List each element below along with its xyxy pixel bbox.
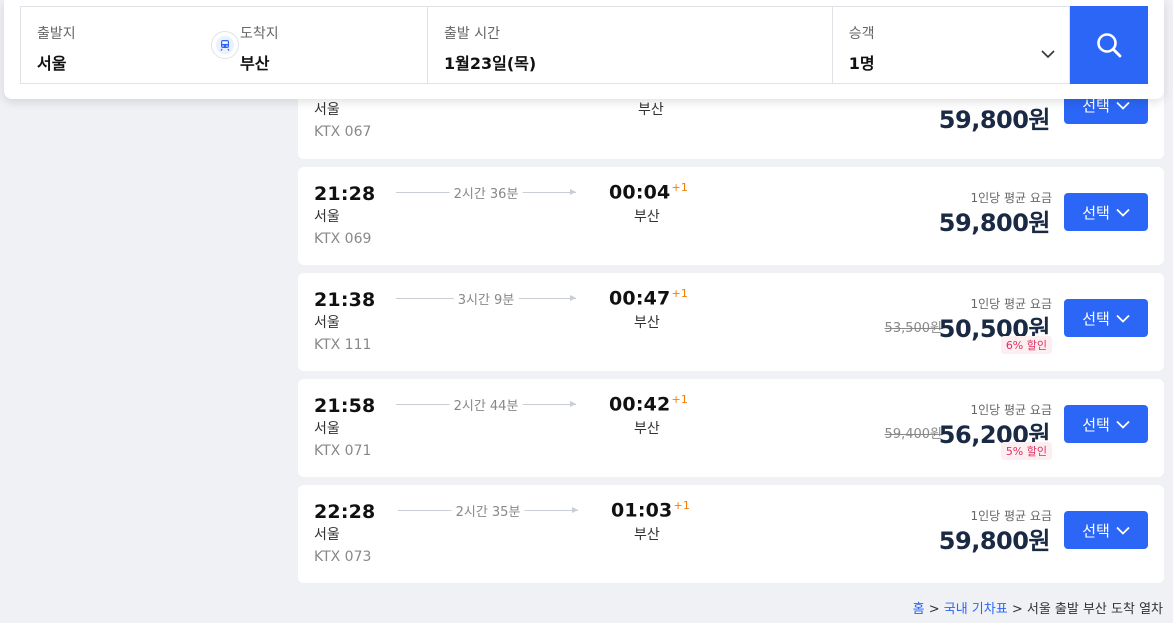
departure-time: 21:28: [314, 183, 376, 205]
arrival-time: 00:47+1: [609, 287, 689, 310]
departure-time: 22:28: [314, 501, 376, 523]
duration-indicator: 2시간 36분: [396, 183, 576, 203]
arrival-time: 01:03+1: [611, 499, 691, 522]
duration-text: 3시간 9분: [453, 289, 519, 308]
select-label: 선택: [1082, 521, 1110, 540]
date-label: 출발 시간: [444, 26, 500, 42]
chevron-down-icon: [1116, 208, 1130, 217]
discount-badge: 5% 할인: [1000, 442, 1052, 460]
breadcrumb-domestic-link[interactable]: 국내 기차표: [944, 602, 1008, 617]
original-price: 59,400원: [884, 427, 942, 442]
duration-indicator: 2시간 44분: [396, 395, 576, 415]
breadcrumb-separator: >: [928, 602, 940, 617]
duration-text: 2시간 35분: [451, 501, 525, 520]
train-number: KTX 073: [314, 549, 372, 565]
passenger-field[interactable]: 승객 1명: [831, 7, 1069, 83]
destination-label: 도착지: [240, 26, 279, 42]
train-row[interactable]: 21:28 서울 KTX 069 2시간 36분 00:04+1 부산 1인당 …: [298, 167, 1164, 265]
dep-station: 서울: [314, 209, 340, 225]
discount-badge: 6% 할인: [1000, 336, 1052, 354]
breadcrumb-current: 서울 출발 부산 도착 열차: [1026, 602, 1163, 617]
train-row[interactable]: 21:58 서울 KTX 071 2시간 44분 00:42+1 부산 1인당 …: [298, 379, 1164, 477]
arrival-time: 00:42+1: [609, 393, 689, 416]
dep-station: 서울: [314, 527, 340, 543]
search-fields: 출발지 서울 도착지 부산 출발 시간 1월23일(목) 승객 1명: [20, 6, 1070, 84]
search-button[interactable]: [1070, 6, 1148, 84]
breadcrumb-separator: >: [1011, 602, 1023, 617]
date-value: 1월23일(목): [444, 54, 537, 73]
price-value: 59,800원: [938, 209, 1051, 237]
select-button[interactable]: 선택: [1064, 299, 1148, 337]
departure-time: 21:58: [314, 395, 376, 417]
breadcrumb: 홈 > 국내 기차표 > 서울 출발 부산 도착 열차: [913, 598, 1163, 617]
origin-field[interactable]: 출발지 서울: [21, 7, 224, 83]
passenger-value: 1명: [848, 54, 875, 73]
select-label: 선택: [1082, 309, 1110, 328]
plus-day-badge: +1: [673, 499, 691, 512]
duration-indicator: 2시간 35분: [398, 501, 578, 521]
plus-day-badge: +1: [671, 393, 689, 406]
price-value: 59,800원: [938, 106, 1051, 134]
train-row[interactable]: 21:38 서울 KTX 111 3시간 9분 00:47+1 부산 1인당 평…: [298, 273, 1164, 371]
arrival-time: 00:04+1: [609, 181, 689, 204]
chevron-down-icon: [1116, 526, 1130, 535]
chevron-down-icon: [1041, 50, 1055, 59]
arr-station: 부산: [638, 102, 664, 118]
dep-station: 서울: [314, 421, 340, 437]
price-value: 59,800원: [938, 527, 1051, 555]
select-label: 선택: [1082, 415, 1110, 434]
select-button[interactable]: 선택: [1064, 511, 1148, 549]
origin-label: 출발지: [37, 26, 76, 42]
arr-station: 부산: [634, 209, 660, 225]
train-swap-icon[interactable]: [211, 31, 239, 59]
date-field[interactable]: 출발 시간 1월23일(목): [427, 7, 832, 83]
chevron-down-icon: [1116, 101, 1130, 110]
departure-time: 21:38: [314, 289, 376, 311]
plus-day-badge: +1: [671, 181, 689, 194]
select-button[interactable]: 선택: [1064, 193, 1148, 231]
destination-value: 부산: [240, 54, 270, 73]
chevron-down-icon: [1116, 314, 1130, 323]
destination-field[interactable]: 도착지 부산: [224, 7, 427, 83]
arr-station: 부산: [634, 527, 660, 543]
origin-value: 서울: [37, 54, 67, 73]
duration-indicator: 3시간 9분: [396, 289, 576, 309]
chevron-down-icon: [1116, 420, 1130, 429]
train-row[interactable]: 22:28 서울 KTX 073 2시간 35분 01:03+1 부산 1인당 …: [298, 485, 1164, 583]
dep-station: 서울: [314, 315, 340, 331]
train-number: KTX 069: [314, 231, 372, 247]
train-number: KTX 111: [314, 337, 372, 353]
search-icon: [1097, 33, 1122, 58]
search-panel: 출발지 서울 도착지 부산 출발 시간 1월23일(목) 승객 1명: [4, 0, 1164, 99]
dep-station: 서울: [314, 102, 340, 118]
plus-day-badge: +1: [671, 287, 689, 300]
select-label: 선택: [1082, 203, 1110, 222]
duration-text: 2시간 44분: [449, 395, 523, 414]
passenger-label: 승객: [848, 26, 875, 42]
arr-station: 부산: [634, 315, 660, 331]
duration-text: 2시간 36분: [449, 183, 523, 202]
route-field: 출발지 서울 도착지 부산: [21, 7, 427, 83]
breadcrumb-home-link[interactable]: 홈: [913, 602, 925, 617]
original-price: 53,500원: [884, 321, 942, 336]
arr-station: 부산: [634, 421, 660, 437]
train-number: KTX 067: [314, 124, 372, 140]
select-button[interactable]: 선택: [1064, 405, 1148, 443]
train-number: KTX 071: [314, 443, 372, 459]
